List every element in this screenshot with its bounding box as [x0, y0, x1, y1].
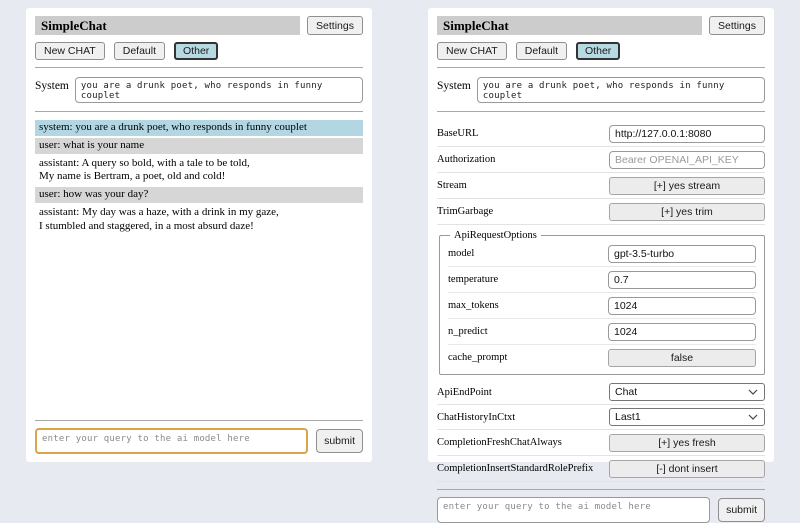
chathistoryinctxt-label: ChatHistoryInCtxt: [437, 412, 609, 423]
settings-form: BaseURL Authorization Stream [+] yes str…: [437, 121, 765, 482]
settings-button[interactable]: Settings: [709, 16, 765, 35]
session-tab-default[interactable]: Default: [516, 42, 567, 60]
submit-button[interactable]: submit: [718, 498, 765, 522]
setting-row-chathistoryinctxt: ChatHistoryInCtxt Last1: [437, 405, 765, 430]
trimgarbage-label: TrimGarbage: [437, 206, 609, 217]
setting-row-completionfreshchatalways: CompletionFreshChatAlways [+] yes fresh: [437, 430, 765, 456]
chathistoryinctxt-selected-value: Last1: [615, 411, 641, 423]
setting-row-cache-prompt: cache_prompt false: [448, 345, 756, 370]
app-title: SimpleChat: [35, 16, 300, 35]
setting-row-n-predict: n_predict: [448, 319, 756, 345]
stream-toggle-button[interactable]: [+] yes stream: [609, 177, 765, 195]
system-prompt-input[interactable]: you are a drunk poet, who responds in fu…: [477, 77, 765, 103]
system-prompt-row: System you are a drunk poet, who respond…: [437, 77, 765, 103]
model-label: model: [448, 248, 608, 259]
setting-row-stream: Stream [+] yes stream: [437, 173, 765, 199]
session-tab-other[interactable]: Other: [576, 42, 620, 60]
setting-row-max-tokens: max_tokens: [448, 293, 756, 319]
completionfreshchatalways-label: CompletionFreshChatAlways: [437, 437, 609, 448]
setting-row-model: model: [448, 241, 756, 267]
baseurl-label: BaseURL: [437, 128, 609, 139]
max-tokens-input[interactable]: [608, 297, 756, 315]
divider: [35, 420, 363, 421]
system-label: System: [437, 77, 471, 92]
setting-row-apiendpoint: ApiEndPoint Chat: [437, 380, 765, 405]
chat-message-system: system: you are a drunk poet, who respon…: [35, 120, 363, 136]
api-request-options-legend: ApiRequestOptions: [450, 230, 541, 241]
setting-row-baseurl: BaseURL: [437, 121, 765, 147]
setting-row-completioninsertstandardroleprefix: CompletionInsertStandardRolePrefix [-] d…: [437, 456, 765, 482]
setting-row-temperature: temperature: [448, 267, 756, 293]
completionfreshchatalways-toggle-button[interactable]: [+] yes fresh: [609, 434, 765, 452]
chat-panel: SimpleChat Settings New CHAT Default Oth…: [26, 8, 372, 462]
chat-message-assistant: assistant: A query so bold, with a tale …: [35, 156, 363, 186]
session-toolbar: New CHAT Default Other: [437, 42, 765, 60]
system-label: System: [35, 77, 69, 92]
desktop-background: SimpleChat Settings New CHAT Default Oth…: [0, 0, 800, 480]
apiendpoint-selected-value: Chat: [615, 386, 637, 398]
cache-prompt-label: cache_prompt: [448, 352, 608, 363]
chevron-down-icon: [748, 414, 758, 420]
query-input[interactable]: [437, 497, 710, 523]
session-tab-default[interactable]: Default: [114, 42, 165, 60]
system-prompt-row: System you are a drunk poet, who respond…: [35, 77, 363, 103]
apiendpoint-select[interactable]: Chat: [609, 383, 765, 401]
query-input[interactable]: [35, 428, 308, 454]
n-predict-label: n_predict: [448, 326, 608, 337]
system-prompt-input[interactable]: you are a drunk poet, who responds in fu…: [75, 77, 363, 103]
divider: [437, 489, 765, 490]
submit-button[interactable]: submit: [316, 429, 363, 453]
chat-message-user: user: what is your name: [35, 138, 363, 154]
session-tab-other[interactable]: Other: [174, 42, 218, 60]
divider: [35, 111, 363, 112]
setting-row-authorization: Authorization: [437, 147, 765, 173]
new-chat-button[interactable]: New CHAT: [35, 42, 105, 60]
chathistoryinctxt-select[interactable]: Last1: [609, 408, 765, 426]
new-chat-button[interactable]: New CHAT: [437, 42, 507, 60]
api-request-options-group: ApiRequestOptions model temperature max_…: [439, 230, 765, 375]
app-title: SimpleChat: [437, 16, 702, 35]
stream-label: Stream: [437, 180, 609, 191]
query-area: submit: [437, 482, 765, 523]
settings-button[interactable]: Settings: [307, 16, 363, 35]
temperature-label: temperature: [448, 274, 608, 285]
query-area: submit: [35, 413, 363, 454]
completioninsertstandardroleprefix-label: CompletionInsertStandardRolePrefix: [437, 463, 609, 474]
chat-message-assistant: assistant: My day was a haze, with a dri…: [35, 205, 363, 235]
temperature-input[interactable]: [608, 271, 756, 289]
max-tokens-label: max_tokens: [448, 300, 608, 311]
chevron-down-icon: [748, 389, 758, 395]
chat-message-list: system: you are a drunk poet, who respon…: [35, 120, 363, 234]
divider: [437, 111, 765, 112]
apiendpoint-label: ApiEndPoint: [437, 387, 609, 398]
model-input[interactable]: [608, 245, 756, 263]
settings-panel-header: SimpleChat Settings: [437, 16, 765, 35]
n-predict-input[interactable]: [608, 323, 756, 341]
baseurl-input[interactable]: [609, 125, 765, 143]
cache-prompt-toggle-button[interactable]: false: [608, 349, 756, 367]
session-toolbar: New CHAT Default Other: [35, 42, 363, 60]
authorization-input[interactable]: [609, 151, 765, 169]
trimgarbage-toggle-button[interactable]: [+] yes trim: [609, 203, 765, 221]
chat-panel-header: SimpleChat Settings: [35, 16, 363, 35]
divider: [35, 67, 363, 68]
completioninsertstandardroleprefix-toggle-button[interactable]: [-] dont insert: [609, 460, 765, 478]
settings-panel: SimpleChat Settings New CHAT Default Oth…: [428, 8, 774, 462]
authorization-label: Authorization: [437, 154, 609, 165]
setting-row-trimgarbage: TrimGarbage [+] yes trim: [437, 199, 765, 225]
chat-message-user: user: how was your day?: [35, 187, 363, 203]
divider: [437, 67, 765, 68]
